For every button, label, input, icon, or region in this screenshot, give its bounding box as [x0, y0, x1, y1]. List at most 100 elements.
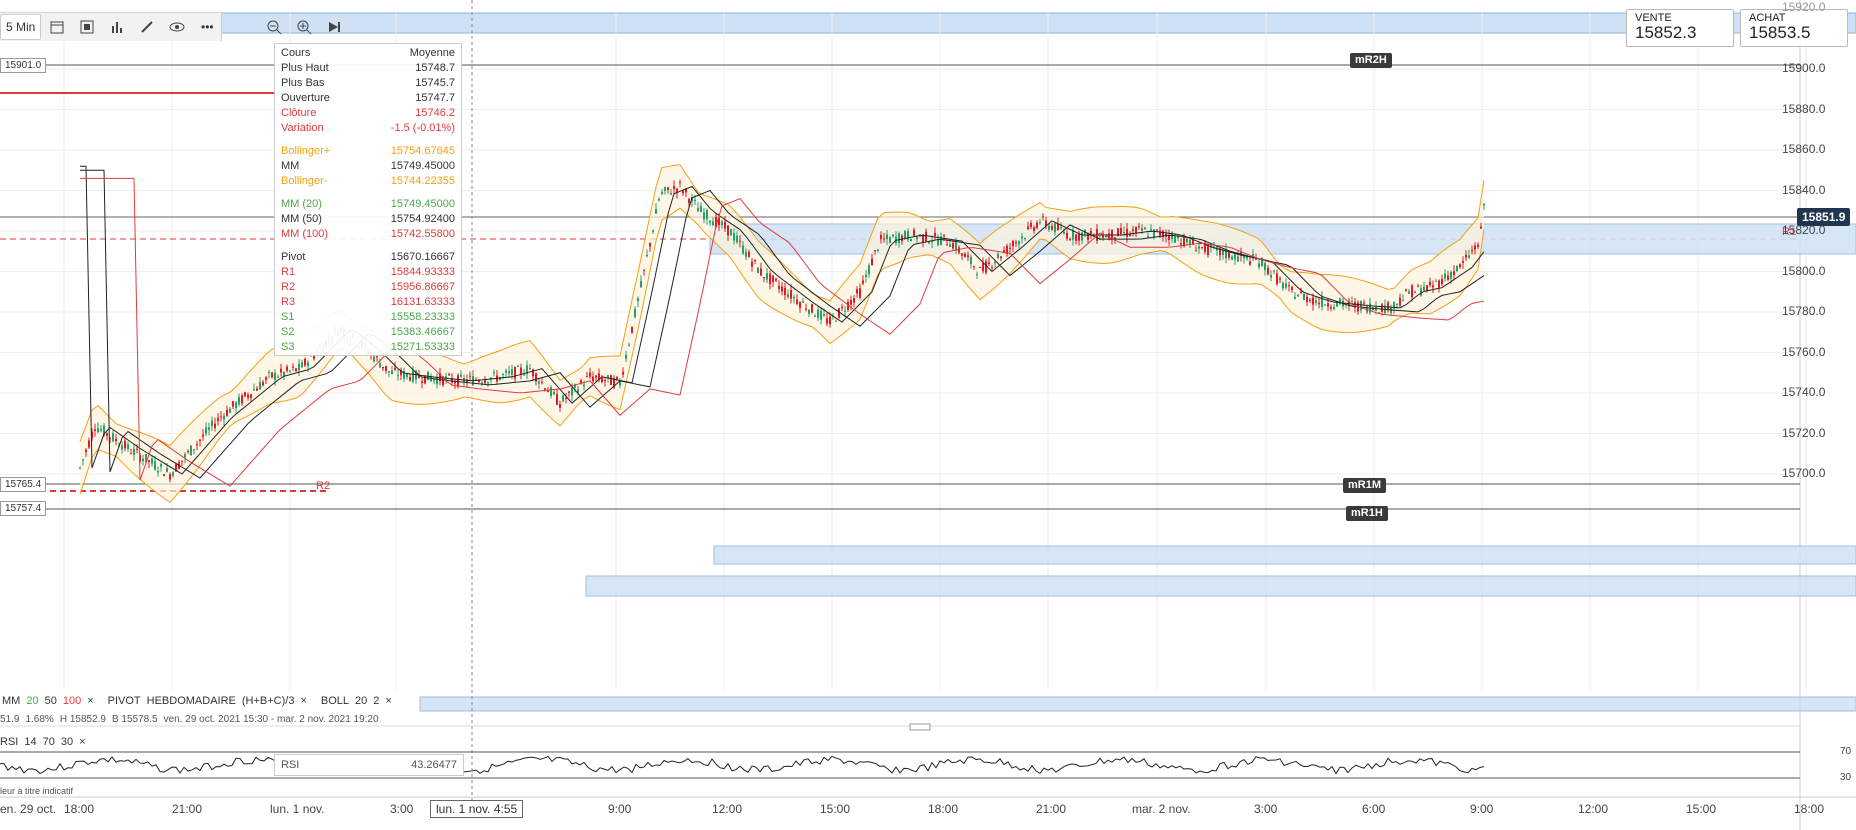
bar-chart-icon[interactable]	[103, 15, 131, 39]
pivot-row: S3 15271.53333	[281, 340, 455, 355]
rsi-box-value: 43.26477	[411, 759, 457, 771]
candle-body	[1126, 228, 1128, 237]
candle-body	[979, 267, 981, 269]
candle-body	[775, 278, 777, 281]
candle-body	[1258, 263, 1260, 268]
candle-body	[202, 434, 204, 437]
mm-label[interactable]: MM	[2, 695, 20, 707]
candle-body	[265, 377, 267, 381]
pivot-row-value: 15956.86667	[390, 281, 455, 293]
candle-body	[790, 290, 792, 299]
candle-body	[181, 460, 183, 462]
candle-body	[1054, 223, 1056, 233]
mm50-label[interactable]: 50	[45, 695, 57, 707]
rsi-upper[interactable]: 70	[43, 736, 55, 748]
candle-body	[379, 363, 381, 368]
period-selector[interactable]: 5 Min	[0, 14, 42, 40]
rsi-line	[0, 755, 1485, 775]
y-axis-label: 15740.0	[1782, 385, 1826, 399]
info-row-value: 15746.2	[415, 107, 455, 119]
info-row-label: Plus Bas	[281, 77, 325, 89]
candle-body	[1462, 261, 1464, 263]
candle-body	[1273, 270, 1275, 272]
candle-body	[1024, 238, 1026, 240]
calendar-icon[interactable]	[43, 15, 71, 39]
zoom-out-icon[interactable]	[260, 15, 288, 39]
pivot-close-icon[interactable]: ×	[300, 695, 306, 707]
candle-body	[1417, 285, 1419, 287]
candle-body	[1465, 254, 1467, 258]
rsi-lower[interactable]: 30	[61, 736, 73, 748]
candle-body	[1477, 244, 1479, 247]
candle-body	[760, 268, 762, 276]
candle-body	[1432, 285, 1434, 288]
candle-body	[1150, 228, 1152, 231]
candle-body	[706, 209, 708, 220]
candle-body	[1459, 264, 1461, 268]
boll-label[interactable]: BOLL	[321, 695, 349, 707]
pencil-icon[interactable]	[133, 15, 161, 39]
info-row-label: Plus Haut	[281, 62, 329, 74]
x-axis-label: 12:00	[712, 802, 743, 816]
candle-body	[457, 375, 459, 387]
candle-body	[1363, 302, 1365, 304]
zoom-in-icon[interactable]	[290, 15, 318, 39]
play-icon[interactable]	[320, 15, 348, 39]
candle-body	[1228, 251, 1230, 258]
candle-body	[1090, 230, 1092, 234]
info-row: Plus Haut 15748.7	[281, 61, 455, 76]
mm-close-icon[interactable]: ×	[87, 695, 93, 707]
sell-quote[interactable]: VENTE 15852.3	[1626, 9, 1734, 47]
candle-body	[1402, 300, 1404, 302]
y-axis-label: 15840.0	[1782, 182, 1826, 197]
pivot-row-value: 15844.93333	[390, 266, 455, 278]
candle-body	[568, 391, 570, 393]
more-icon[interactable]: •••	[193, 15, 221, 39]
candle-body	[1075, 234, 1077, 241]
candle-body	[1315, 300, 1317, 303]
pivot-type[interactable]: HEBDOMADAIRE	[147, 695, 236, 707]
candle-body	[148, 460, 150, 462]
pivot-tag-mr2h: mR2H	[1350, 53, 1392, 68]
candle-body	[115, 438, 117, 442]
candle-body	[634, 308, 636, 318]
info-header: Cours Moyenne	[281, 46, 455, 61]
mm100-label[interactable]: 100	[63, 695, 81, 707]
boll-deviation[interactable]: 2	[373, 695, 379, 707]
candle-body	[1039, 222, 1041, 224]
eye-icon[interactable]	[163, 15, 191, 39]
rsi-period[interactable]: 14	[24, 736, 36, 748]
pivot-row: S2 15383.46667	[281, 325, 455, 340]
candle-body	[961, 253, 963, 256]
buy-quote[interactable]: ACHAT 15853.5	[1740, 9, 1848, 47]
candle-body	[277, 376, 279, 378]
candle-body	[973, 266, 975, 268]
boll-period[interactable]: 20	[355, 695, 367, 707]
mm-row-value: 15749.45000	[390, 198, 455, 210]
candle-body	[478, 380, 480, 382]
add-window-icon[interactable]	[73, 15, 101, 39]
candle-body	[223, 415, 225, 420]
candle-body	[106, 433, 108, 436]
mm20-label[interactable]: 20	[26, 695, 38, 707]
candle-body	[1468, 255, 1470, 258]
candle-body	[1447, 275, 1449, 280]
candle-body	[655, 209, 657, 214]
rsi-close-icon[interactable]: ×	[79, 736, 85, 748]
candle-body	[859, 288, 861, 298]
pivot-formula[interactable]: (H+B+C)/3	[242, 695, 295, 707]
candle-body	[385, 365, 387, 371]
rsi-label[interactable]: RSI	[0, 736, 18, 748]
candle-body	[730, 229, 732, 236]
candle-body	[841, 306, 843, 308]
candle-body	[700, 206, 702, 212]
candle-body	[196, 444, 198, 446]
boll-close-icon[interactable]: ×	[385, 695, 391, 707]
candle-body	[1201, 246, 1203, 248]
candle-body	[205, 427, 207, 434]
candle-body	[1324, 304, 1326, 306]
pivot-label[interactable]: PIVOT	[108, 695, 141, 707]
candle-body	[1300, 291, 1302, 293]
candle-body	[520, 367, 522, 374]
info-gap	[281, 136, 455, 144]
